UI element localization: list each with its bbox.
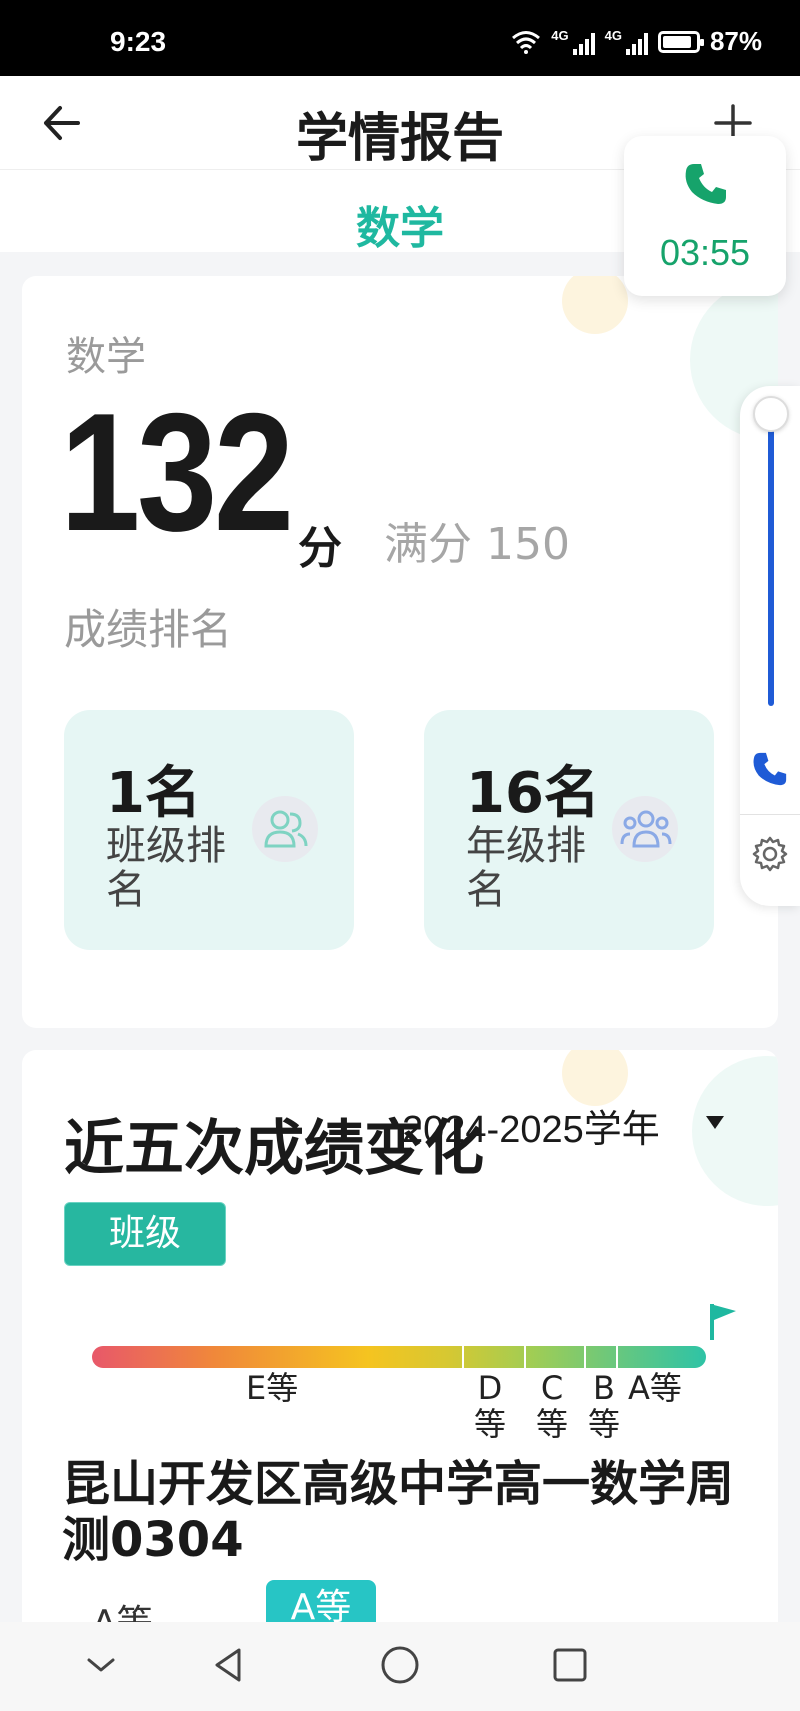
status-time: 9:23 — [110, 26, 167, 57]
battery-percent: 87% — [709, 26, 762, 56]
tab-class[interactable]: 班级 — [64, 1202, 226, 1266]
phone-icon[interactable] — [749, 748, 791, 790]
call-timer: 03:55 — [659, 232, 751, 273]
decor-circle — [562, 276, 628, 334]
trend-card: 近五次成绩变化 2024-2025学年 班级 E等 D等 C等 B等 A等 昆山… — [22, 1050, 778, 1690]
grade-label-a: A等 — [628, 1369, 682, 1407]
rank-title: 成绩排名 — [64, 605, 233, 654]
wifi-icon — [512, 30, 541, 54]
chevron-down-icon[interactable] — [706, 1116, 724, 1129]
divider — [740, 814, 800, 815]
cell-signal-2-icon: 4G — [605, 29, 648, 55]
volume-slider-track[interactable] — [768, 426, 774, 706]
grade-label-c: C等 — [536, 1369, 569, 1443]
scale-divider — [584, 1346, 586, 1368]
grade-rank-value: 16名 — [466, 761, 600, 826]
flag-icon — [710, 1304, 736, 1340]
system-nav-bar — [0, 1622, 800, 1711]
hide-keyboard-chevron-icon[interactable] — [76, 1640, 126, 1690]
grade-label-d: D等 — [474, 1369, 507, 1443]
net-type-1: 4G — [551, 27, 569, 43]
group-icon — [252, 796, 318, 862]
phone-icon — [685, 164, 726, 204]
scale-divider — [462, 1346, 464, 1368]
grade-scale-bar — [92, 1346, 706, 1368]
full-score: 满分 150 — [384, 519, 570, 570]
decor-circle — [692, 1056, 778, 1206]
settings-gear-icon[interactable] — [750, 834, 790, 874]
class-rank-value: 1名 — [106, 761, 201, 826]
subject-label: 数学 — [66, 334, 146, 380]
scale-divider — [616, 1346, 618, 1368]
square-recent-icon[interactable] — [545, 1640, 595, 1690]
grade-label-b: B等 — [588, 1369, 621, 1443]
circle-home-icon[interactable] — [375, 1640, 425, 1690]
grade-label-e: E等 — [246, 1369, 299, 1407]
score-value: 132 — [60, 378, 294, 566]
battery-icon — [657, 30, 704, 53]
grade-rank-label: 年级排名 — [466, 823, 586, 913]
status-bar: 9:23 4G 4G 87% — [0, 0, 800, 76]
school-year-select[interactable]: 2024-2025学年 — [402, 1098, 660, 1153]
group-icon — [612, 796, 678, 862]
class-rank-label: 班级排名 — [106, 823, 226, 913]
triangle-back-icon[interactable] — [204, 1640, 254, 1690]
score-card: 数学 132 分 满分 150 成绩排名 1名 班级排名 16名 年级排名 — [22, 276, 778, 1028]
scale-divider — [524, 1346, 526, 1368]
volume-slider-knob[interactable] — [753, 396, 789, 432]
cell-signal-1-icon: 4G — [551, 27, 595, 55]
net-type-2: 4G — [604, 27, 622, 43]
call-floating-widget[interactable]: 03:55 — [624, 136, 786, 296]
class-rank-box: 1名 班级排名 — [64, 710, 354, 950]
grade-rank-box: 16名 年级排名 — [424, 710, 714, 950]
status-icons: 4G 4G 87% — [511, 26, 762, 57]
volume-panel — [740, 386, 800, 906]
score-unit: 分 — [298, 523, 342, 574]
exam-name: 昆山开发区高级中学高一数学周测0304 — [62, 1456, 735, 1568]
